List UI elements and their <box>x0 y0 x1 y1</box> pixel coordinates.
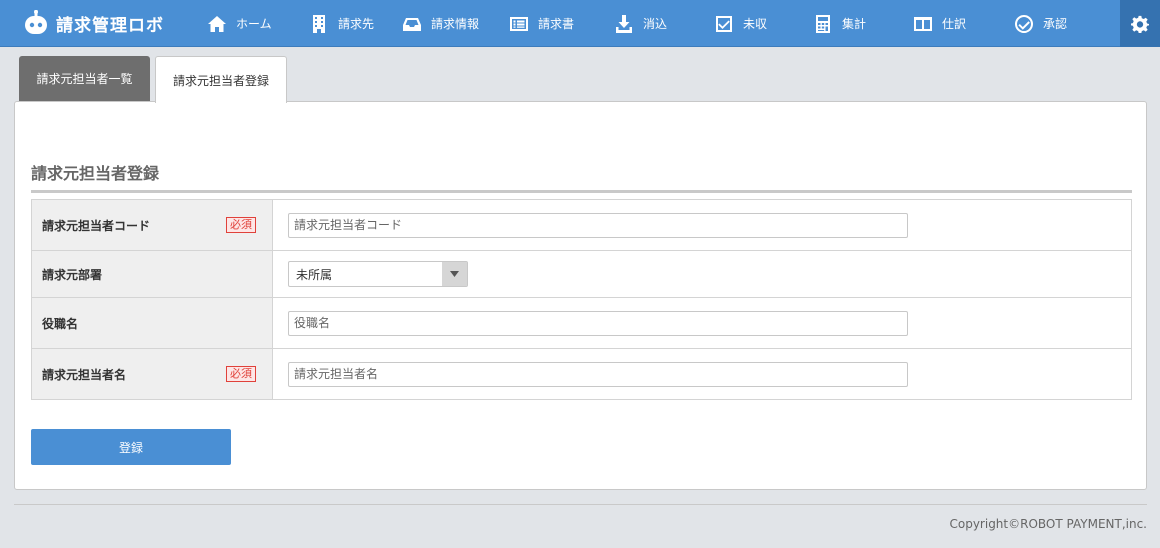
home-icon <box>208 15 226 32</box>
nav-unpaid[interactable]: 未収 <box>714 0 767 47</box>
nav-billing-info[interactable]: 請求情報 <box>402 0 479 47</box>
required-badge: 必須 <box>226 217 256 233</box>
gear-icon <box>1131 15 1149 33</box>
field-label: 請求元担当者名 <box>42 367 127 382</box>
dropdown-toggle[interactable] <box>442 262 467 286</box>
tab-staff-register[interactable]: 請求元担当者登録 <box>155 56 287 103</box>
field-label-cell: 請求元担当者名 必須 <box>31 348 273 400</box>
nav-billing-destination[interactable]: 請求先 <box>309 0 374 47</box>
field-label: 請求元部署 <box>42 267 103 282</box>
field-cell <box>272 348 1132 400</box>
nav-label: 仕訳 <box>942 17 967 31</box>
app-logo[interactable]: 請求管理ロボ <box>22 8 164 38</box>
position-input[interactable] <box>288 310 908 336</box>
nav-invoice[interactable]: 請求書 <box>509 0 574 47</box>
department-selected-value: 未所属 <box>296 267 333 282</box>
register-button[interactable]: 登録 <box>31 429 231 465</box>
nav-journal[interactable]: 仕訳 <box>913 0 966 47</box>
nav-label: 請求先 <box>338 17 375 31</box>
settings-button[interactable] <box>1120 0 1160 47</box>
list-icon <box>510 16 528 31</box>
field-cell: 未所属 <box>272 250 1132 298</box>
check-circle-icon <box>1015 14 1034 33</box>
form-row-department: 請求元部署 未所属 <box>31 250 1132 298</box>
caret-down-icon <box>450 271 459 277</box>
department-select[interactable]: 未所属 <box>288 261 468 287</box>
nav-label: 承認 <box>1043 17 1068 31</box>
copyright-text: Copyright©ROBOT PAYMENT,inc. <box>949 517 1147 531</box>
field-label: 役職名 <box>42 316 79 331</box>
staff-code-input[interactable] <box>288 212 908 238</box>
footer-divider <box>14 504 1147 505</box>
field-cell <box>272 199 1132 251</box>
checkbox-icon <box>716 15 732 32</box>
inbox-icon <box>403 17 421 31</box>
nav-aggregate[interactable]: 集計 <box>813 0 866 47</box>
nav-label: 未収 <box>743 17 768 31</box>
field-cell <box>272 297 1132 349</box>
nav-label: 請求書 <box>538 17 575 31</box>
form-title: 請求元担当者登録 <box>31 160 1132 193</box>
nav-approval[interactable]: 承認 <box>1014 0 1067 47</box>
nav-label: 消込 <box>643 17 668 31</box>
nav-reconcile[interactable]: 消込 <box>614 0 667 47</box>
nav-label: 請求情報 <box>431 17 480 31</box>
nav-label: 集計 <box>842 17 867 31</box>
calculator-icon <box>816 14 830 33</box>
download-icon <box>616 14 632 33</box>
app-name: 請求管理ロボ <box>56 15 164 36</box>
field-label: 請求元担当者コード <box>42 218 151 233</box>
form-row-staff-name: 請求元担当者名 必須 <box>31 348 1132 400</box>
form-row-position: 役職名 <box>31 297 1132 349</box>
building-icon <box>313 14 325 33</box>
form-row-staff-code: 請求元担当者コード 必須 <box>31 199 1132 251</box>
registration-form-table: 請求元担当者コード 必須 請求元部署 未所属 役職名 <box>31 199 1132 400</box>
field-label-cell: 請求元部署 <box>31 250 273 298</box>
nav-label: ホーム <box>236 17 272 31</box>
nav-home[interactable]: ホーム <box>207 0 272 47</box>
columns-icon <box>914 16 932 31</box>
field-label-cell: 役職名 <box>31 297 273 349</box>
top-nav-bar: 請求管理ロボ ホーム 請求先 請求情報 請求書 消込 未収 集計 仕訳 承認 <box>0 0 1160 47</box>
form-panel: 請求元担当者登録 請求元担当者コード 必須 請求元部署 未所属 <box>14 101 1147 490</box>
robot-logo-icon <box>25 10 47 34</box>
required-badge: 必須 <box>226 366 256 382</box>
staff-name-input[interactable] <box>288 361 908 387</box>
tab-staff-list[interactable]: 請求元担当者一覧 <box>19 56 150 101</box>
field-label-cell: 請求元担当者コード 必須 <box>31 199 273 251</box>
